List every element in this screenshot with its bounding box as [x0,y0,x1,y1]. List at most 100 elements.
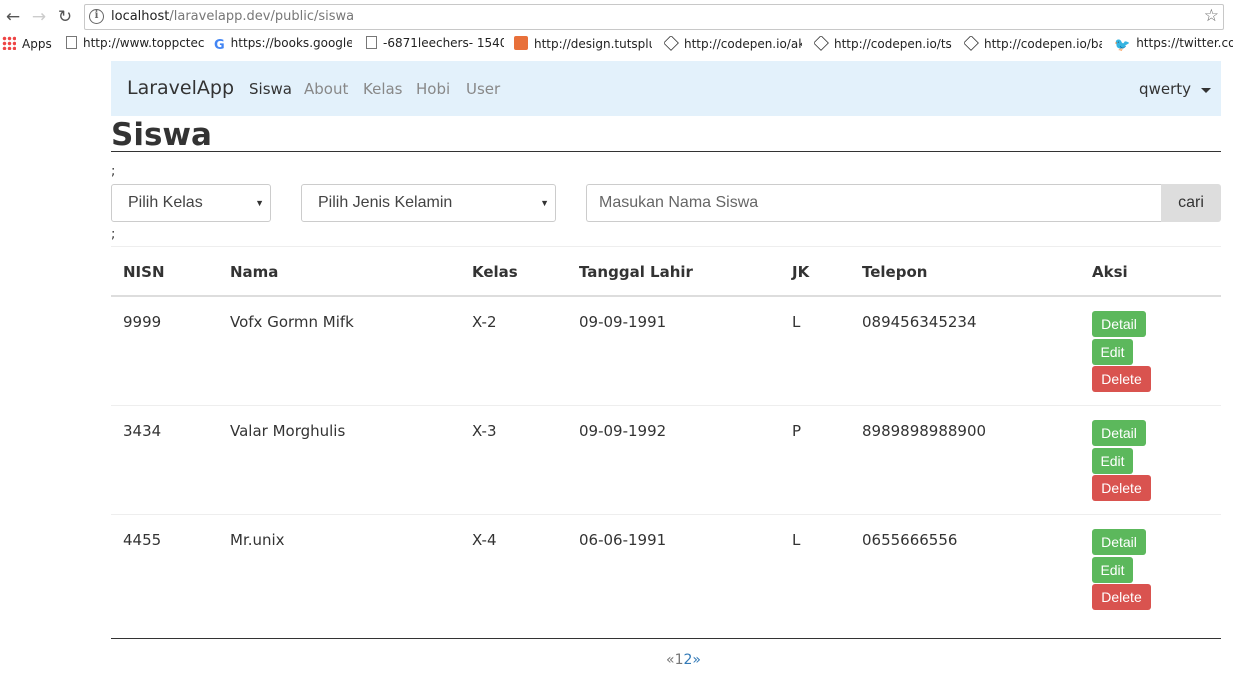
bookmark-item[interactable]: Ghttps://books.google [214,36,352,54]
google-icon: G [214,38,225,53]
header-telepon: Telepon [862,263,928,281]
header-jk: JK [792,263,810,281]
jenis-kelamin-select[interactable]: Pilih Jenis Kelamin ▼ [301,184,556,222]
codepen-icon [814,36,829,51]
cell-kelas: X-3 [472,422,497,440]
edit-button[interactable]: Edit [1092,557,1133,583]
delete-button[interactable]: Delete [1092,366,1151,392]
pagination: «12» [666,652,701,668]
info-icon[interactable]: i [89,9,104,24]
app-navbar: LaravelApp Siswa About Kelas Hobi User q… [111,61,1221,116]
detail-button[interactable]: Detail [1092,311,1146,337]
codepen-icon [664,36,679,51]
table-row: 4455 Mr.unix X-4 06-06-1991 L 0655666556… [111,515,1221,624]
kelas-select[interactable]: Pilih Kelas ▼ [111,184,271,222]
nav-link-about[interactable]: About [304,80,348,98]
pagination-next[interactable]: » [692,652,701,668]
cell-nama: Mr.unix [230,531,285,549]
page-title: Siswa [111,116,1221,153]
address-bar[interactable]: i localhost/laravelapp.dev/public/siswa … [84,4,1224,30]
bookmark-item[interactable]: http://codepen.io/akr [664,36,802,54]
edit-button[interactable]: Edit [1092,448,1133,474]
cell-nisn: 4455 [123,531,162,549]
page-icon [366,36,377,49]
bookmark-item[interactable]: http://www.toppctech [66,36,204,54]
cell-nama: Valar Morghulis [230,422,346,440]
edit-button[interactable]: Edit [1092,339,1133,365]
table-row: 3434 Valar Morghulis X-3 09-09-1992 P 89… [111,406,1221,515]
stray-semicolon: ; [111,227,116,242]
cell-tanggal-lahir: 09-09-1992 [579,422,667,440]
bookmark-label: -6871leechers- 15406 [383,36,504,50]
nav-link-hobi[interactable]: Hobi [416,80,450,98]
forward-arrow-icon[interactable]: → [28,6,50,28]
bookmark-item[interactable]: http://codepen.io/tst [814,36,952,54]
back-arrow-icon[interactable]: ← [2,6,24,28]
cell-tanggal-lahir: 09-09-1991 [579,313,667,331]
cell-jk: P [792,422,802,440]
cell-jk: L [792,313,801,331]
header-nama: Nama [230,263,279,281]
bookmark-label: http://codepen.io/akr [684,37,802,51]
pagination-page-1[interactable]: 1 [675,652,684,668]
cell-kelas: X-4 [472,531,497,549]
bookmark-label: https://books.google [230,36,352,50]
cell-kelas: X-2 [472,313,497,331]
bookmark-label: http://codepen.io/bal [984,37,1102,51]
table-header: NISN Nama Kelas Tanggal Lahir JK Telepon… [111,247,1221,297]
header-tanggal-lahir: Tanggal Lahir [579,263,693,281]
bookmark-label: http://design.tutsplus [534,37,652,51]
cell-tanggal-lahir: 06-06-1991 [579,531,667,549]
nav-link-kelas[interactable]: Kelas [363,80,403,98]
detail-button[interactable]: Detail [1092,529,1146,555]
bookmark-apps[interactable]: Apps [2,36,62,54]
nav-link-user[interactable]: User [466,80,500,98]
bookmark-label: https://twitter.com [1136,36,1233,50]
cell-nisn: 9999 [123,313,162,331]
bookmark-item[interactable]: 🐦 https://twitter.com [1114,36,1233,54]
caret-down-icon[interactable] [1201,88,1211,93]
nav-link-siswa[interactable]: Siswa [249,80,292,98]
navbar-brand[interactable]: LaravelApp [127,77,234,99]
jenis-kelamin-select-value: Pilih Jenis Kelamin [318,194,453,211]
cell-nama: Vofx Gormn Mifk [230,313,354,331]
browser-chrome: ← → ↻ i localhost/laravelapp.dev/public/… [0,0,1233,58]
bookmark-label: http://codepen.io/tst [834,37,952,51]
siswa-table: NISN Nama Kelas Tanggal Lahir JK Telepon… [111,246,1221,624]
cell-telepon: 089456345234 [862,313,977,331]
bookmark-item[interactable]: -6871leechers- 15406 [366,36,504,54]
search-button[interactable]: cari [1161,184,1221,222]
kelas-select-value: Pilih Kelas [128,194,203,211]
bookmark-star-icon[interactable]: ☆ [1204,6,1219,26]
delete-button[interactable]: Delete [1092,584,1151,610]
detail-button[interactable]: Detail [1092,420,1146,446]
codepen-icon [964,36,979,51]
bookmarks-bar: Apps http://www.toppctech Ghttps://books… [0,34,1233,56]
url-text[interactable]: localhost/laravelapp.dev/public/siswa [111,9,354,24]
cell-telepon: 0655666556 [862,531,958,549]
twitter-icon: 🐦 [1114,38,1131,53]
select-arrow-icon: ▼ [540,198,549,208]
url-path: /laravelapp.dev/public/siswa [169,9,355,24]
stray-semicolon: ; [111,164,116,179]
apps-grid-icon [2,36,16,50]
cell-telepon: 8989898988900 [862,422,987,440]
header-nisn: NISN [123,263,165,281]
header-aksi: Aksi [1092,263,1128,281]
delete-button[interactable]: Delete [1092,475,1151,501]
search-input[interactable]: Masukan Nama Siswa [586,184,1162,222]
cell-jk: L [792,531,801,549]
bookmark-item[interactable]: http://codepen.io/bal [964,36,1102,54]
table-bottom-divider [111,638,1221,639]
header-kelas: Kelas [472,263,518,281]
page-icon [66,36,77,49]
reload-icon[interactable]: ↻ [54,6,76,28]
bookmark-label: http://www.toppctech [83,36,204,50]
bookmark-item[interactable]: http://design.tutsplus [514,36,652,54]
url-host: localhost [111,9,170,24]
user-dropdown[interactable]: qwerty [1139,80,1191,98]
pagination-prev[interactable]: « [666,652,675,668]
bookmark-label: Apps [22,37,52,51]
cell-nisn: 3434 [123,422,162,440]
tutsplus-icon [514,36,528,50]
